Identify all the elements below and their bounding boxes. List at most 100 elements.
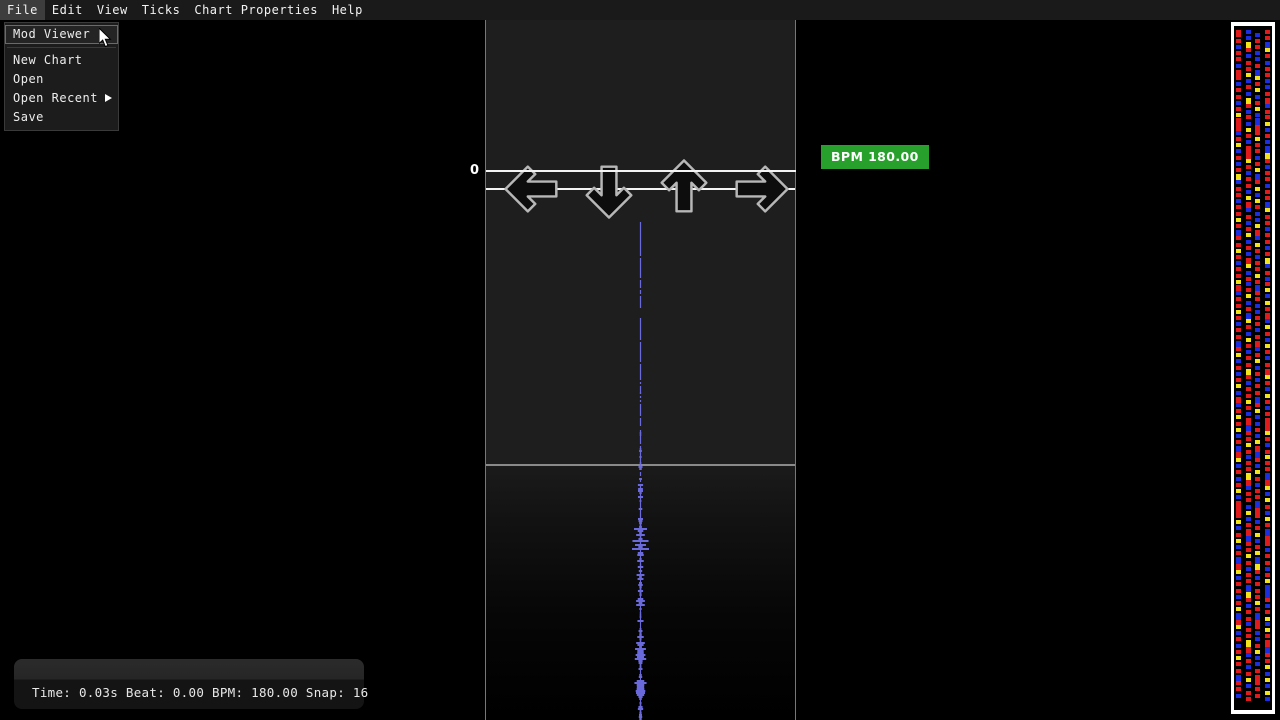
- minimap-note: [1264, 665, 1270, 669]
- menu-help[interactable]: Help: [325, 0, 370, 20]
- minimap-note: [1245, 363, 1251, 367]
- receptor-up[interactable]: [653, 158, 715, 220]
- minimap-note: [1245, 246, 1251, 250]
- minimap-note: [1245, 30, 1251, 34]
- minimap-note: [1245, 208, 1251, 212]
- menu-item-new-chart[interactable]: New Chart: [5, 51, 118, 70]
- minimap-note: [1245, 294, 1251, 298]
- minimap-note: [1245, 85, 1251, 89]
- menu-item-mod-viewer[interactable]: Mod Viewer: [5, 25, 118, 44]
- menu-item-save[interactable]: Save: [5, 108, 118, 127]
- minimap-note: [1245, 598, 1251, 602]
- minimap-note: [1264, 227, 1270, 231]
- minimap-note: [1255, 415, 1260, 419]
- file-menu-dropdown: Mod Viewer New Chart Open Open Recent Save: [4, 22, 119, 131]
- minimap-note: [1255, 681, 1260, 685]
- receptor-down[interactable]: [578, 158, 640, 220]
- menu-view[interactable]: View: [90, 0, 135, 20]
- menu-item-open-recent[interactable]: Open Recent: [5, 89, 118, 108]
- notefield[interactable]: [485, 18, 796, 720]
- minimap-note: [1264, 443, 1270, 447]
- minimap-note: [1264, 573, 1270, 577]
- minimap-note: [1236, 576, 1241, 580]
- minimap-note: [1236, 118, 1241, 125]
- receptor-left[interactable]: [503, 158, 565, 220]
- minimap-note: [1236, 261, 1241, 265]
- minimap-note: [1255, 310, 1260, 314]
- menu-ticks[interactable]: Ticks: [135, 0, 188, 20]
- minimap-note: [1255, 267, 1260, 271]
- bpm-badge[interactable]: BPM 180.00: [821, 145, 929, 169]
- minimap-note: [1245, 450, 1251, 454]
- minimap-note: [1245, 344, 1251, 348]
- menu-file[interactable]: File: [0, 0, 45, 20]
- minimap-note: [1245, 585, 1251, 592]
- minimap-note: [1264, 659, 1270, 663]
- minimap-note: [1245, 271, 1251, 275]
- minimap-note: [1245, 418, 1251, 425]
- chart-minimap[interactable]: [1231, 22, 1275, 714]
- minimap-note: [1255, 650, 1260, 654]
- minimap-note: [1264, 529, 1270, 536]
- chart-minimap-notes[interactable]: [1234, 26, 1272, 710]
- minimap-note: [1255, 495, 1260, 499]
- minimap-note: [1264, 437, 1270, 441]
- menu-edit[interactable]: Edit: [45, 0, 90, 20]
- minimap-note: [1245, 190, 1251, 194]
- minimap-note: [1264, 128, 1270, 132]
- minimap-note: [1245, 511, 1251, 515]
- minimap-note: [1245, 146, 1251, 153]
- minimap-note: [1245, 177, 1251, 181]
- minimap-note: [1236, 212, 1241, 216]
- minimap-note: [1255, 33, 1260, 37]
- minimap-note: [1245, 622, 1251, 626]
- minimap-note: [1264, 473, 1270, 480]
- minimap-note: [1245, 653, 1251, 657]
- minimap-note: [1236, 422, 1241, 426]
- minimap-note: [1245, 640, 1251, 647]
- minimap-note: [1236, 267, 1241, 271]
- minimap-note: [1236, 205, 1241, 209]
- minimap-note: [1245, 443, 1251, 447]
- minimap-note: [1255, 557, 1260, 564]
- minimap-note: [1255, 607, 1260, 611]
- receptor-right[interactable]: [728, 158, 790, 220]
- minimap-note: [1255, 291, 1260, 295]
- minimap-note: [1236, 39, 1241, 43]
- minimap-note: [1245, 375, 1251, 379]
- minimap-note: [1245, 54, 1251, 58]
- minimap-note: [1245, 610, 1251, 614]
- minimap-note: [1264, 221, 1270, 225]
- minimap-note: [1236, 650, 1241, 654]
- minimap-note: [1255, 489, 1260, 493]
- minimap-note: [1264, 110, 1270, 114]
- minimap-note: [1245, 684, 1251, 688]
- minimap-note: [1264, 554, 1270, 558]
- minimap-note: [1264, 604, 1270, 608]
- minimap-note: [1236, 409, 1241, 413]
- minimap-note: [1236, 82, 1241, 86]
- minimap-note: [1236, 694, 1241, 698]
- minimap-note: [1236, 545, 1241, 549]
- minimap-note: [1255, 353, 1260, 357]
- minimap-note: [1255, 403, 1260, 407]
- minimap-note: [1236, 168, 1241, 172]
- minimap-note: [1264, 672, 1270, 676]
- minimap-note: [1264, 30, 1270, 34]
- menu-item-open[interactable]: Open: [5, 70, 118, 89]
- minimap-note: [1255, 57, 1260, 61]
- minimap-note: [1245, 412, 1251, 416]
- menu-item-label: Open: [13, 72, 44, 86]
- minimap-note: [1255, 143, 1260, 147]
- audio-waveform: [632, 222, 649, 720]
- minimap-note: [1255, 570, 1260, 574]
- minimap-note: [1245, 356, 1251, 360]
- minimap-note: [1245, 455, 1251, 459]
- minimap-note: [1255, 662, 1260, 666]
- menu-chart-properties[interactable]: Chart Properties: [187, 0, 325, 20]
- minimap-note: [1245, 115, 1251, 119]
- minimap-note: [1236, 501, 1241, 508]
- minimap-note: [1255, 131, 1260, 135]
- minimap-note: [1264, 579, 1270, 583]
- minimap-note: [1255, 297, 1260, 301]
